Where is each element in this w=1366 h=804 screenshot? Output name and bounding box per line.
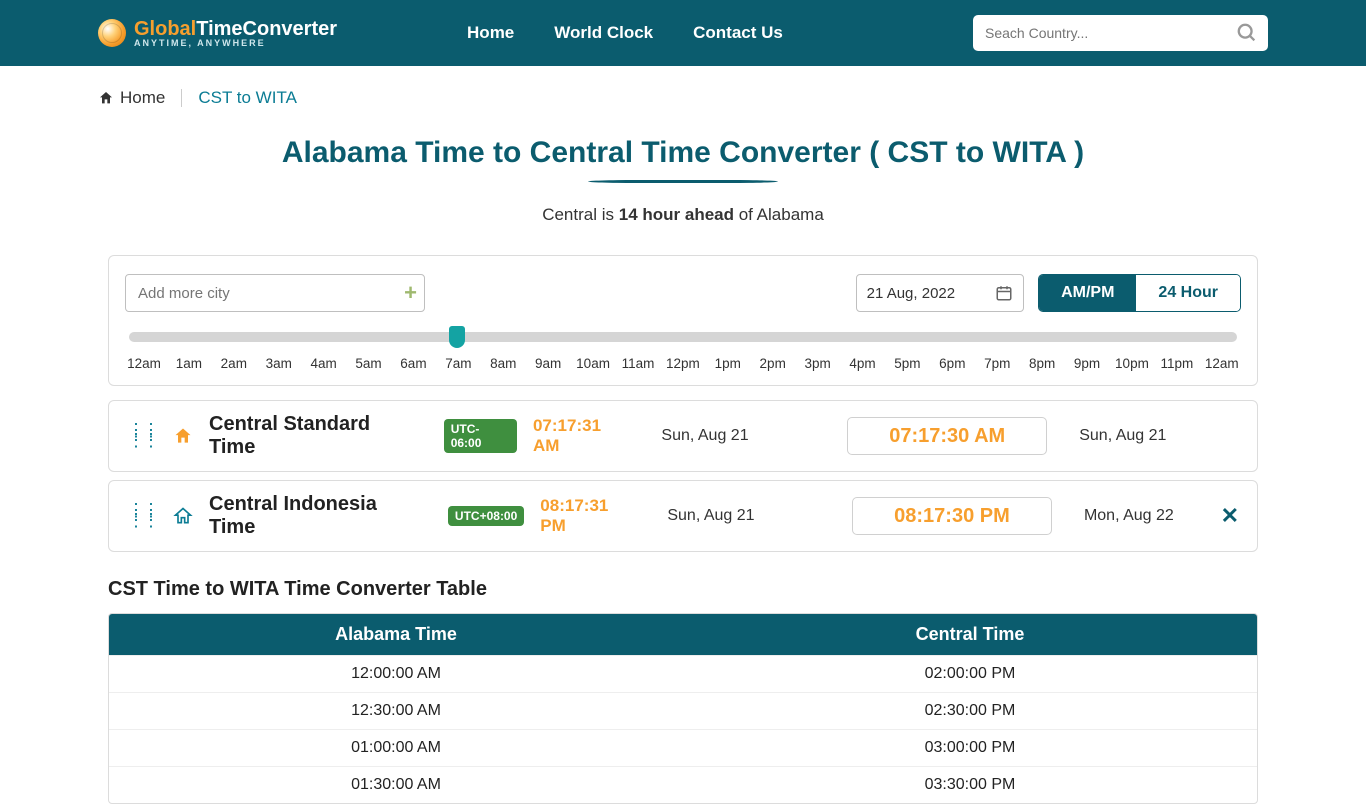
table-row: 01:30:00 AM03:30:00 PM [109,766,1257,803]
slider-tick: 4pm [846,356,880,371]
breadcrumb: Home CST to WITA [98,66,1268,118]
table-cell: 12:30:00 AM [109,692,683,729]
table-cell: 01:00:00 AM [109,729,683,766]
nav-home[interactable]: Home [467,23,514,43]
table-cell: 02:00:00 PM [683,655,1257,692]
slider-tick: 4am [307,356,341,371]
nav-world-clock[interactable]: World Clock [554,23,653,43]
table-cell: 03:30:00 PM [683,766,1257,803]
slider-tick: 1pm [711,356,745,371]
table-row: 01:00:00 AM03:00:00 PM [109,729,1257,766]
slider-tick: 10am [576,356,610,371]
slider-tick: 12pm [666,356,700,371]
input-date: Mon, Aug 22 [1084,507,1193,525]
table-row: 12:00:00 AM02:00:00 PM [109,655,1257,692]
timezone-name: Central Indonesia Time [209,493,426,539]
live-date: Sun, Aug 21 [661,427,771,445]
time-input[interactable] [847,417,1047,455]
utc-badge: UTC+08:00 [448,506,524,526]
table-head-col-2: Central Time [683,614,1257,655]
breadcrumb-current: CST to WITA [198,88,297,108]
table-title: CST Time to WITA Time Converter Table [108,578,1258,601]
slider-tick: 12am [1205,356,1239,371]
ampm-button[interactable]: AM/PM [1039,275,1136,311]
search-box [973,15,1268,51]
slider-tick: 8pm [1025,356,1059,371]
slider-tick: 5am [352,356,386,371]
conversion-table: Alabama Time Central Time 12:00:00 AM02:… [108,613,1258,804]
slider-tick: 7pm [980,356,1014,371]
slider-tick: 6pm [935,356,969,371]
slider-tick: 1am [172,356,206,371]
slider-tick: 10pm [1115,356,1149,371]
title-underline [588,180,778,183]
timezone-row: ⋮⋮⋮⋮ Central Standard Time UTC-06:00 07:17:… [108,400,1258,472]
slider-tick: 11am [621,356,655,371]
main-nav: Home World Clock Contact Us [467,23,783,43]
slider-tick: 3am [262,356,296,371]
time-input[interactable] [852,497,1052,535]
site-header: GlobalTimeConverter ANYTIME, ANYWHERE Ho… [0,0,1366,66]
input-date: Sun, Aug 21 [1079,427,1189,445]
slider-tick: 6am [396,356,430,371]
utc-badge: UTC-06:00 [444,419,517,453]
plus-icon[interactable]: + [404,280,417,306]
timezone-row: ⋮⋮⋮⋮ Central Indonesia Time UTC+08:00 08:17… [108,480,1258,552]
time-slider: 12am 1am 2am 3am 4am 5am 6am 7am 8am 9am 10am 11am 1… [125,332,1241,371]
search-input[interactable] [973,15,1268,51]
site-logo[interactable]: GlobalTimeConverter ANYTIME, ANYWHERE [98,19,337,48]
table-cell: 12:00:00 AM [109,655,683,692]
breadcrumb-sep [181,89,182,107]
add-city-field: + [125,274,425,312]
control-panel: + 21 Aug, 2022 AM/PM 24 Hour 12am 1am 2am 3… [108,255,1258,386]
home-marker-icon[interactable] [173,426,193,446]
24hour-button[interactable]: 24 Hour [1136,275,1240,311]
table-row: 12:30:00 AM02:30:00 PM [109,692,1257,729]
logo-word-2: TimeConverter [196,18,337,40]
slider-tick: 8am [486,356,520,371]
slider-tick: 9am [531,356,565,371]
timezone-list: ⋮⋮⋮⋮ Central Standard Time UTC-06:00 07:17:… [108,400,1258,552]
slider-thumb[interactable] [449,326,465,348]
slider-ticks: 12am 1am 2am 3am 4am 5am 6am 7am 8am 9am 10am 11am 1… [125,356,1241,371]
table-cell: 02:30:00 PM [683,692,1257,729]
slider-tick: 9pm [1070,356,1104,371]
table-head-col-1: Alabama Time [109,614,683,655]
live-date: Sun, Aug 21 [667,507,776,525]
slider-tick: 11pm [1160,356,1194,371]
slider-tick: 7am [441,356,475,371]
drag-handle-icon[interactable]: ⋮⋮⋮⋮ [127,426,157,446]
slider-tick: 5pm [890,356,924,371]
date-value: 21 Aug, 2022 [867,285,955,302]
logo-word-1: Global [134,18,196,40]
table-cell: 03:00:00 PM [683,729,1257,766]
live-time: 07:17:31 AM [533,416,631,456]
search-icon[interactable] [1236,22,1258,44]
page-title: Alabama Time to Central Time Converter (… [0,136,1366,170]
timezone-name: Central Standard Time [209,413,422,459]
slider-track[interactable] [129,332,1237,342]
live-time: 08:17:31 PM [540,496,637,536]
home-icon [98,90,114,106]
remove-row-icon[interactable]: ✕ [1221,503,1239,529]
slider-tick: 2am [217,356,251,371]
slider-tick: 12am [127,356,161,371]
drag-handle-icon[interactable]: ⋮⋮⋮⋮ [127,506,157,526]
nav-contact[interactable]: Contact Us [693,23,783,43]
calendar-icon [995,284,1013,302]
table-header: Alabama Time Central Time [109,614,1257,655]
table-cell: 01:30:00 AM [109,766,683,803]
breadcrumb-home[interactable]: Home [98,88,165,108]
home-marker-icon[interactable] [173,506,193,526]
page-subtitle: Central is 14 hour ahead of Alabama [0,205,1366,225]
globe-icon [98,19,126,47]
slider-tick: 3pm [801,356,835,371]
logo-tagline: ANYTIME, ANYWHERE [134,39,337,48]
time-format-toggle: AM/PM 24 Hour [1038,274,1241,312]
date-picker[interactable]: 21 Aug, 2022 [856,274,1024,312]
slider-tick: 2pm [756,356,790,371]
table-body: 12:00:00 AM02:00:00 PM12:30:00 AM02:30:0… [109,655,1257,803]
add-city-input[interactable] [125,274,425,312]
